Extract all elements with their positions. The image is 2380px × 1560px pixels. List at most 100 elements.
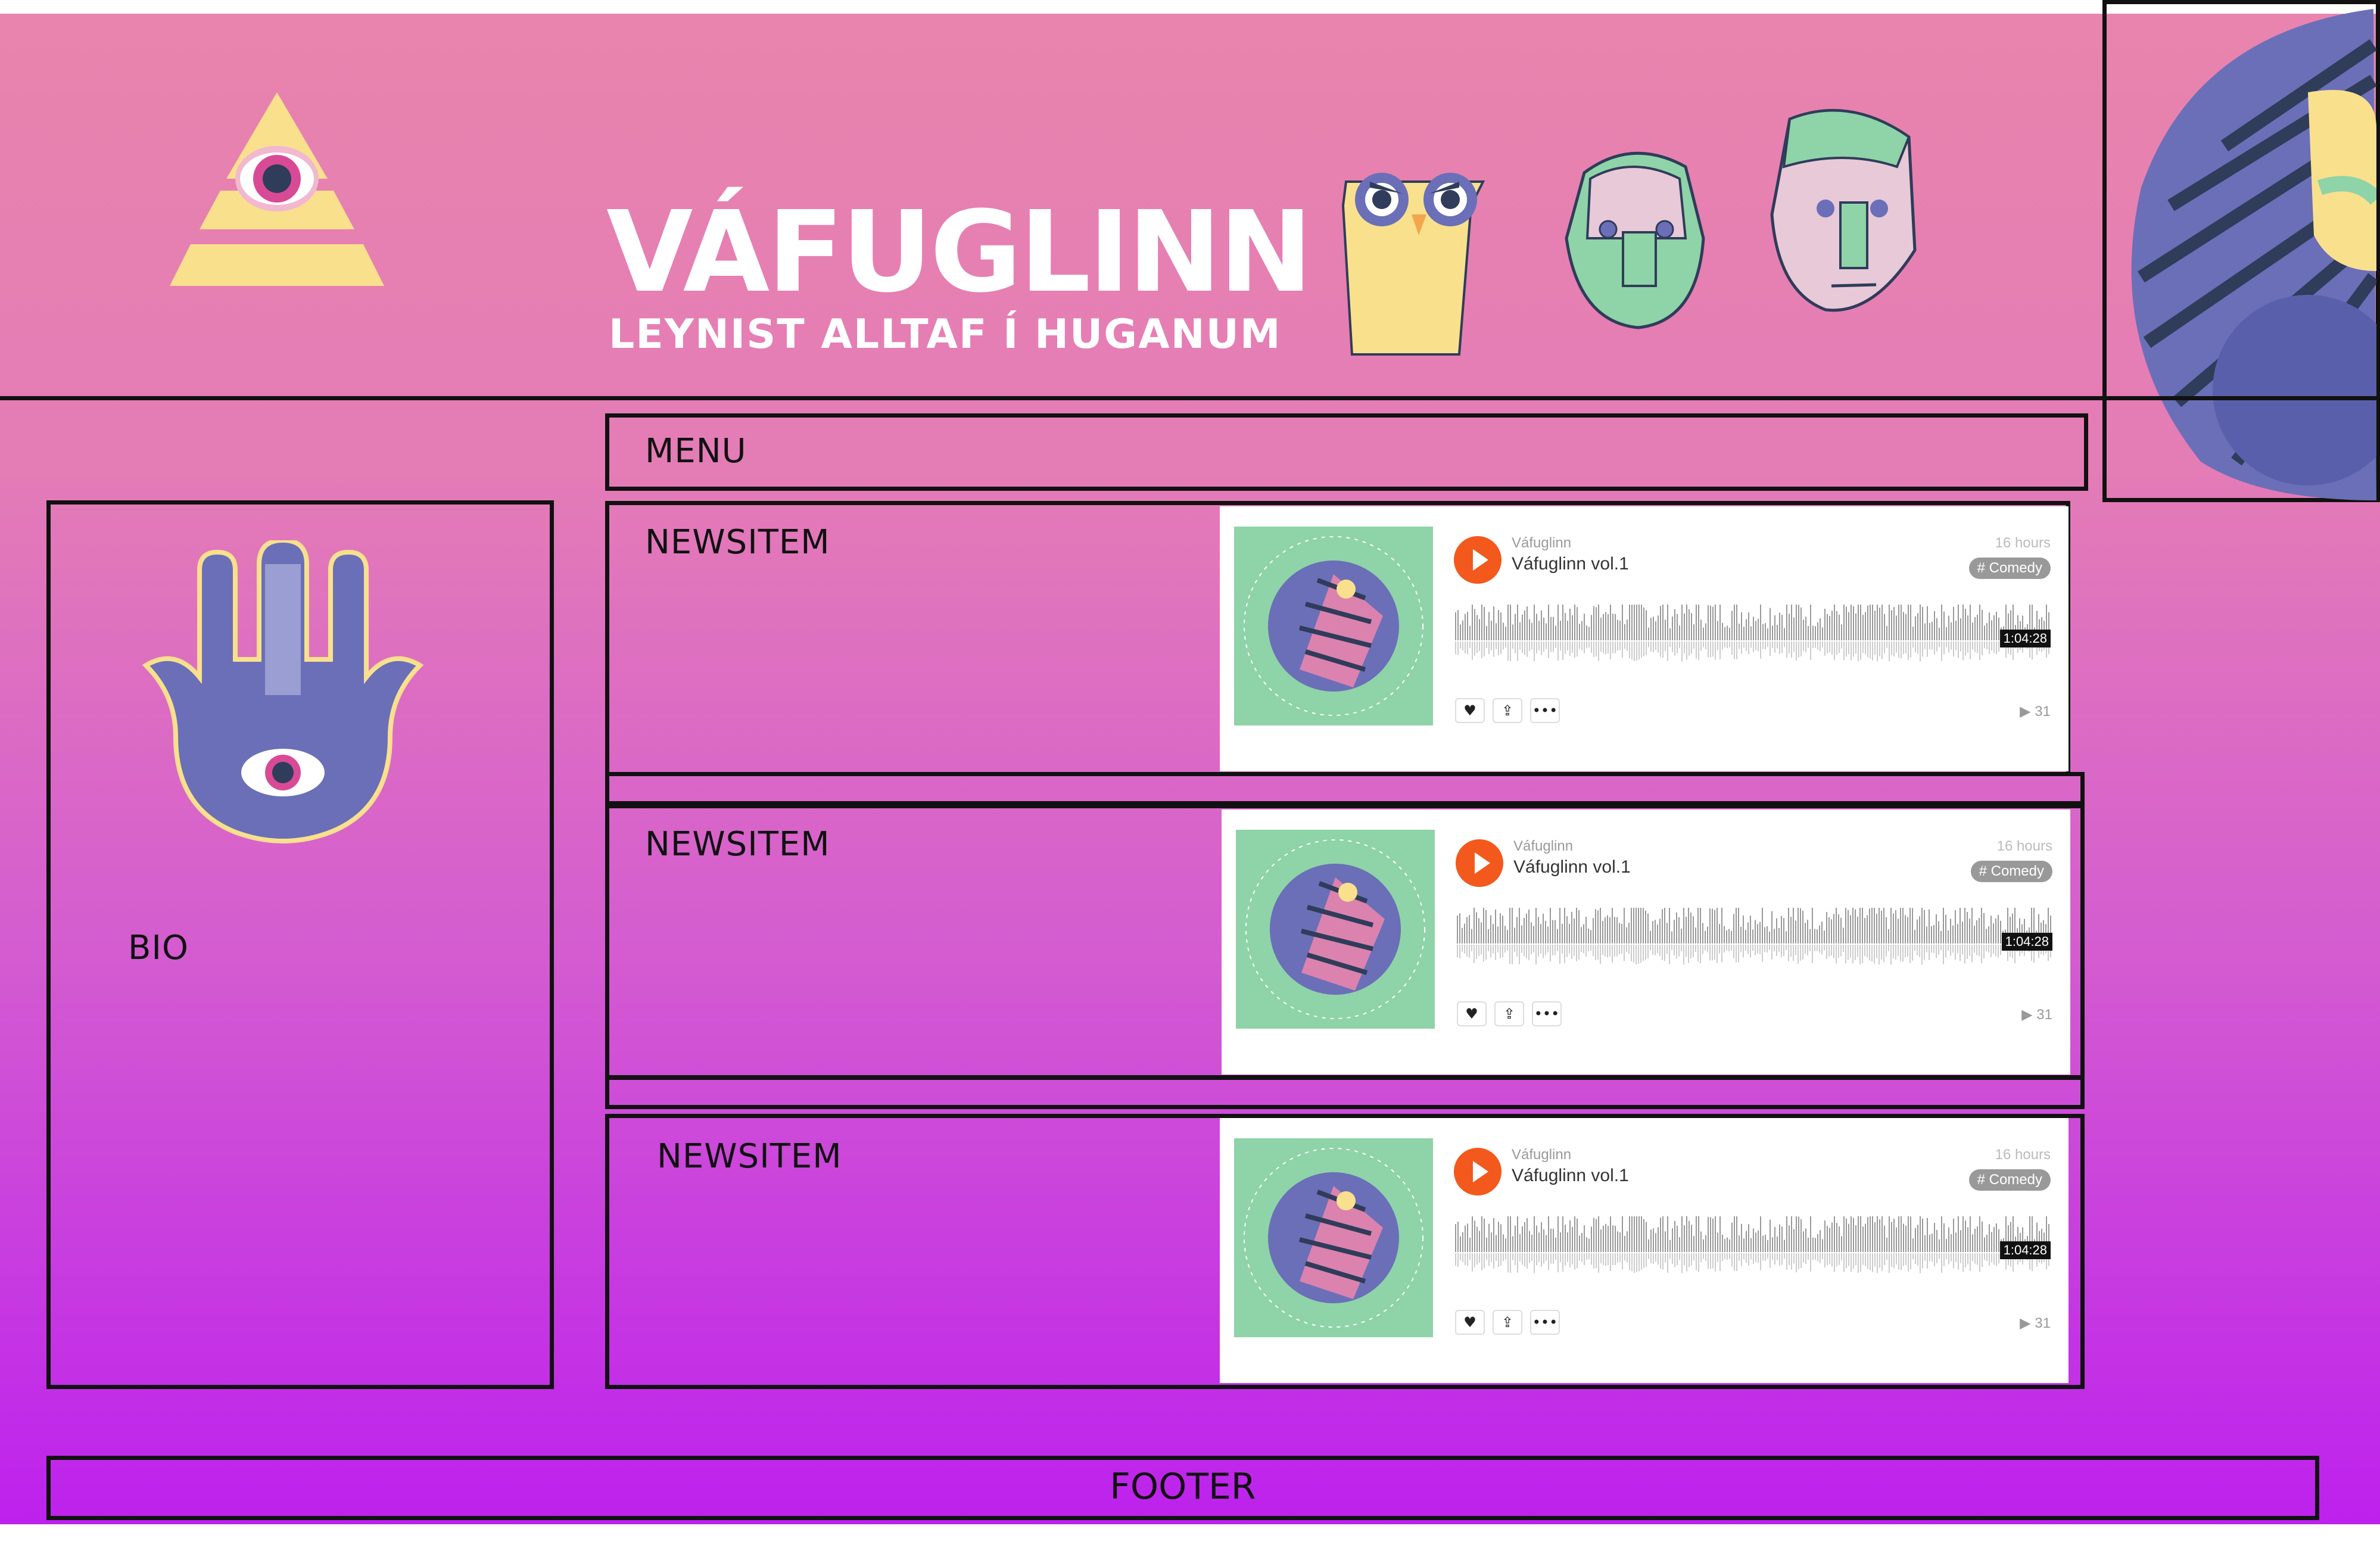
waveform-reflection [1641,642,1642,658]
waveform-reflection [1736,1253,1737,1271]
waveform-bar [1719,924,1720,944]
waveform-bar [1609,917,1610,944]
waveform-reflection [1550,945,1551,962]
share-icon[interactable]: ⇪ [1493,698,1522,723]
waveform-bar [1941,1216,1942,1252]
bearded-face-icon [1565,151,1705,329]
waveform-bar [1496,623,1497,640]
track-artwork[interactable] [1236,830,1435,1029]
genre-tag[interactable]: # Comedy [1970,861,2052,882]
waveform-reflection [1898,1253,1899,1270]
waveform-bar [1898,918,1899,944]
waveform-reflection [1869,945,1870,961]
waveform[interactable] [1455,1216,2057,1282]
waveform-reflection [1710,1253,1711,1269]
waveform-bar [1747,922,1749,944]
waveform-reflection [1548,642,1549,659]
heart-icon[interactable]: ♥ [1457,1001,1487,1026]
waveform-reflection [1781,945,1782,957]
waveform-bar [1614,917,1615,944]
play-icon[interactable] [1454,536,1501,584]
track-artist[interactable]: Váfuglinn [1513,838,1573,855]
heart-icon[interactable]: ♥ [1455,1310,1485,1335]
waveform-bar [1455,1224,1456,1252]
waveform-reflection [1498,1253,1499,1267]
waveform-bar [1512,624,1513,640]
waveform-bar [1622,1216,1623,1252]
track-title[interactable]: Váfuglinn vol.1 [1512,554,1629,574]
genre-tag[interactable]: # Comedy [1968,1169,2051,1191]
waveform-reflection [1747,945,1749,954]
waveform-bar [1581,1232,1582,1252]
soundcloud-player[interactable]: Váfuglinn Váfuglinn vol.1 16 hours # Com… [1222,809,2070,1075]
waveform-reflection [1538,945,1539,957]
waveform-bar [1504,926,1506,944]
waveform-bar [1584,614,1585,640]
waveform-reflection [1557,642,1559,661]
share-icon[interactable]: ⇪ [1494,1001,1524,1026]
play-icon[interactable] [1456,839,1503,887]
waveform-bar [1540,924,1541,944]
waveform-reflection [1848,1253,1849,1266]
waveform-bar [1529,1231,1530,1252]
soundcloud-player[interactable]: Váfuglinn Váfuglinn vol.1 16 hours # Com… [1220,506,2069,771]
waveform-reflection [1831,945,1832,956]
waveform-reflection [1574,642,1575,658]
waveform-bar [1858,1216,1859,1252]
menu-bar[interactable]: MENU [605,413,2088,491]
track-artwork[interactable] [1234,527,1433,725]
track-title[interactable]: Váfuglinn vol.1 [1513,857,1631,877]
waveform-bar [1574,605,1575,640]
waveform-reflection [1576,945,1577,961]
waveform-reflection [1929,945,1930,960]
play-icon[interactable] [1454,1148,1501,1195]
waveform-reflection [1717,1253,1718,1262]
waveform-reflection [1672,1253,1673,1264]
waveform-bar [1982,609,1983,640]
track-artist[interactable]: Váfuglinn [1512,535,1571,552]
waveform-reflection [1855,945,1856,960]
waveform[interactable] [1457,908,2058,973]
track-artist[interactable]: Váfuglinn [1512,1147,1571,1163]
waveform-reflection [1996,1253,1997,1266]
more-icon[interactable]: ••• [1530,698,1560,723]
track-artwork[interactable] [1234,1138,1433,1337]
waveform-reflection [1783,945,1784,957]
waveform-bar [1476,615,1478,640]
more-icon[interactable]: ••• [1530,1310,1560,1335]
more-icon[interactable]: ••• [1532,1001,1562,1026]
waveform-reflection [1791,642,1792,658]
waveform-bar [1981,908,1982,944]
waveform-reflection [1955,945,1956,960]
waveform-bar [1617,1231,1618,1252]
waveform-bar [1984,625,1985,640]
genre-tag[interactable]: # Comedy [1968,558,2051,579]
soundcloud-player[interactable]: Váfuglinn Váfuglinn vol.1 16 hours # Com… [1220,1118,2069,1383]
waveform-reflection [1553,642,1554,652]
waveform-bar [1932,621,1933,640]
waveform-reflection [1650,642,1652,652]
waveform-bar [1841,624,1842,640]
waveform-reflection [1789,642,1790,654]
waveform-bar [1953,1218,1954,1252]
waveform-reflection [1984,1253,1985,1260]
waveform-bar [1605,612,1606,640]
waveform-reflection [1879,1253,1880,1268]
waveform-bar [1569,924,1570,944]
waveform-bar [1607,915,1608,944]
waveform-bar [1472,605,1473,640]
share-icon[interactable]: ⇪ [1493,1310,1522,1335]
waveform-reflection [1634,642,1635,661]
waveform-bar [1807,920,1808,944]
waveform-reflection [1708,642,1709,658]
waveform-bar [1505,627,1506,640]
waveform-bar [1953,606,1954,640]
waveform-reflection [1567,1253,1568,1262]
waveform-bar [1733,914,1734,944]
owl-icon [1341,173,1485,356]
heart-icon[interactable]: ♥ [1455,698,1485,723]
waveform-bar [1676,912,1677,944]
waveform-bar [1624,1235,1625,1252]
track-title[interactable]: Váfuglinn vol.1 [1512,1166,1629,1186]
waveform[interactable] [1455,605,2057,670]
